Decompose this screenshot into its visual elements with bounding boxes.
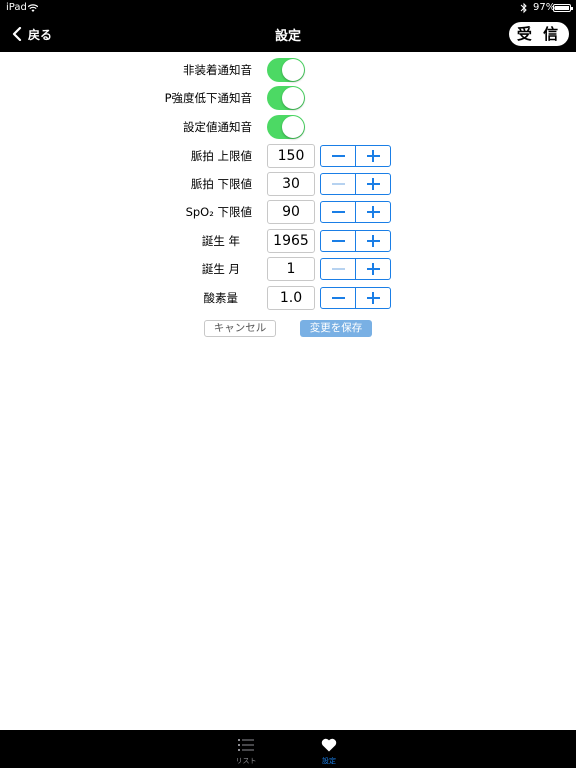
device-name: iPad	[6, 2, 27, 13]
non-wear-sound-toggle[interactable]	[267, 58, 305, 82]
toggle-label: 設定値通知音	[183, 120, 252, 134]
toggle-label: 非装着通知音	[183, 63, 252, 77]
cancel-button[interactable]: キャンセル	[204, 320, 276, 337]
pulse-upper-stepper	[320, 145, 391, 167]
tab-label: リスト	[235, 757, 257, 765]
stepper-label: SpO₂ 下限値	[185, 205, 252, 219]
decrement-button[interactable]	[321, 288, 356, 308]
wifi-icon	[28, 4, 38, 12]
receive-button[interactable]: 受 信	[509, 22, 569, 46]
tab-list[interactable]: リスト	[216, 730, 276, 768]
oxygen-amount-stepper	[320, 287, 391, 309]
spo2-lower-stepper	[320, 201, 391, 223]
decrement-button[interactable]	[321, 202, 356, 222]
oxygen-amount-value[interactable]: 1.0	[267, 286, 315, 310]
page-title: 設定	[274, 29, 301, 44]
save-changes-button[interactable]: 変更を保存	[300, 320, 372, 337]
stepper-label: 酸素量	[203, 291, 239, 305]
increment-button[interactable]	[356, 174, 391, 194]
bluetooth-icon	[520, 2, 527, 14]
tab-label: 設定	[322, 757, 336, 765]
stepper-row-birth-year: 誕生 年 1965	[0, 228, 576, 254]
toggle-row-setting-value-sound: 設定値通知音	[0, 114, 576, 140]
decrement-button[interactable]	[321, 259, 356, 279]
birth-year-stepper	[320, 230, 391, 252]
tab-bar: リスト 設定	[0, 730, 576, 768]
toggle-label: P強度低下通知音	[164, 91, 252, 105]
increment-button[interactable]	[356, 288, 391, 308]
decrement-button[interactable]	[321, 174, 356, 194]
birth-month-stepper	[320, 258, 391, 280]
tab-settings[interactable]: 設定	[299, 730, 359, 768]
increment-button[interactable]	[356, 231, 391, 251]
stepper-row-spo2-lower: SpO₂ 下限値 90	[0, 199, 576, 225]
increment-button[interactable]	[356, 146, 391, 166]
pulse-lower-stepper	[320, 173, 391, 195]
increment-button[interactable]	[356, 259, 391, 279]
battery-icon	[553, 4, 573, 12]
pulse-lower-value[interactable]: 30	[267, 172, 315, 196]
toggle-row-p-strength-sound: P強度低下通知音	[0, 85, 576, 111]
setting-value-sound-toggle[interactable]	[267, 115, 305, 139]
status-bar: iPad 97%	[0, 0, 576, 16]
stepper-label: 脈拍 上限値	[190, 149, 252, 163]
battery-percent: 97%	[533, 2, 556, 13]
stepper-row-oxygen-amount: 酸素量 1.0	[0, 285, 576, 311]
decrement-button[interactable]	[321, 146, 356, 166]
stepper-row-pulse-lower: 脈拍 下限値 30	[0, 171, 576, 197]
stepper-label: 誕生 年	[201, 234, 240, 248]
toggle-row-non-wear-sound: 非装着通知音	[0, 57, 576, 83]
birth-month-value[interactable]: 1	[267, 257, 315, 281]
stepper-label: 誕生 月	[201, 262, 240, 276]
stepper-row-birth-month: 誕生 月 1	[0, 256, 576, 282]
heart-icon	[321, 738, 337, 752]
increment-button[interactable]	[356, 202, 391, 222]
decrement-button[interactable]	[321, 231, 356, 251]
p-strength-sound-toggle[interactable]	[267, 86, 305, 110]
spo2-lower-value[interactable]: 90	[267, 200, 315, 224]
stepper-label: 脈拍 下限値	[190, 177, 252, 191]
pulse-upper-value[interactable]: 150	[267, 144, 315, 168]
birth-year-value[interactable]: 1965	[267, 229, 315, 253]
list-icon	[238, 739, 254, 751]
stepper-row-pulse-upper: 脈拍 上限値 150	[0, 143, 576, 169]
navigation-bar: 戻る 設定 受 信	[0, 16, 576, 52]
